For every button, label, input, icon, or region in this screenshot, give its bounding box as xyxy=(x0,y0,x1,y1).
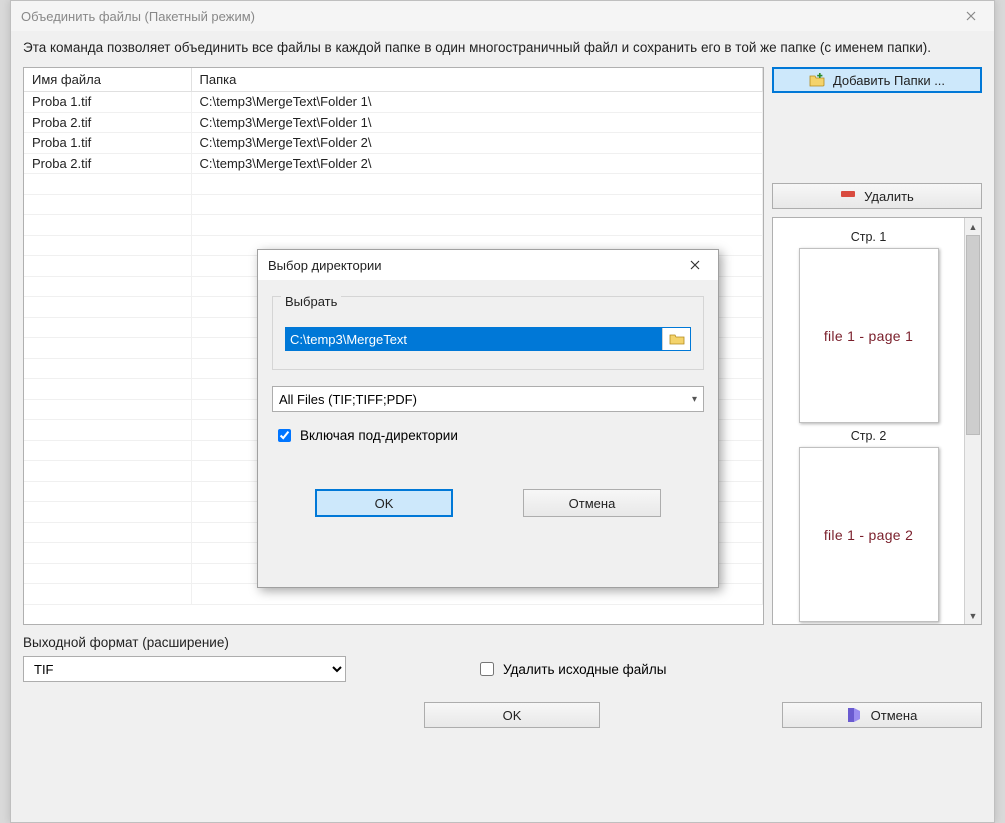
table-row[interactable]: Proba 2.tifC:\temp3\MergeText\Folder 1\ xyxy=(24,112,763,133)
main-ok-button[interactable]: OK xyxy=(424,702,600,728)
description-text: Эта команда позволяет объединить все фай… xyxy=(11,31,994,67)
delete-button[interactable]: Удалить xyxy=(772,183,982,209)
table-row[interactable]: Proba 1.tifC:\temp3\MergeText\Folder 2\ xyxy=(24,133,763,154)
output-format-label: Выходной формат (расширение) xyxy=(23,635,982,650)
file-filter-value: All Files (TIF;TIFF;PDF) xyxy=(279,392,417,407)
exit-icon xyxy=(847,707,863,723)
main-cancel-label: Отмена xyxy=(871,708,918,723)
delete-icon xyxy=(840,188,856,204)
include-subdirs-checkbox[interactable]: Включая под-директории xyxy=(274,426,704,445)
page-thumbnail[interactable]: file 1 - page 1 xyxy=(799,248,939,423)
cell-filename: Proba 1.tif xyxy=(24,133,191,154)
cell-folder: C:\temp3\MergeText\Folder 2\ xyxy=(191,153,763,174)
dialog-ok-button[interactable]: OK xyxy=(315,489,453,517)
scroll-up-icon[interactable]: ▲ xyxy=(965,218,981,235)
col-header-name[interactable]: Имя файла xyxy=(24,68,191,92)
side-panel: Добавить Папки ... Удалить Стр. 1 file 1 … xyxy=(772,67,982,625)
path-field-wrap xyxy=(285,327,691,351)
delete-label: Удалить xyxy=(864,189,914,204)
dialog-titlebar[interactable]: Выбор директории xyxy=(258,250,718,280)
col-header-folder[interactable]: Папка xyxy=(191,68,763,92)
close-icon xyxy=(690,260,700,270)
preview-scrollbar[interactable]: ▲ ▼ xyxy=(964,218,981,624)
folder-plus-icon xyxy=(809,72,825,88)
directory-path-input[interactable] xyxy=(286,328,662,350)
dialog-ok-label: OK xyxy=(375,496,394,511)
table-row[interactable]: Proba 1.tifC:\temp3\MergeText\Folder 1\ xyxy=(24,92,763,113)
scroll-thumb[interactable] xyxy=(966,235,980,435)
choose-group: Выбрать xyxy=(272,296,704,370)
table-row-empty xyxy=(24,215,763,236)
cell-filename: Proba 2.tif xyxy=(24,112,191,133)
dialog-title: Выбор директории xyxy=(268,258,381,273)
table-row-empty xyxy=(24,174,763,195)
cell-filename: Proba 2.tif xyxy=(24,153,191,174)
main-ok-label: OK xyxy=(503,708,522,723)
dialog-cancel-button[interactable]: Отмена xyxy=(523,489,661,517)
folder-open-icon xyxy=(669,332,685,346)
dialog-close-button[interactable] xyxy=(672,250,718,280)
preview-pane: Стр. 1 file 1 - page 1 Стр. 2 file 1 - page… xyxy=(772,217,982,625)
table-row-empty xyxy=(24,194,763,215)
output-format-select[interactable]: TIF xyxy=(23,656,346,682)
cell-folder: C:\temp3\MergeText\Folder 1\ xyxy=(191,92,763,113)
delete-sources-checkbox[interactable]: Удалить исходные файлы xyxy=(476,659,666,679)
window-close-button[interactable] xyxy=(948,1,994,31)
choose-group-label: Выбрать xyxy=(281,294,341,309)
page-label: Стр. 1 xyxy=(851,230,887,244)
main-cancel-button[interactable]: Отмена xyxy=(782,702,982,728)
page-thumbnail[interactable]: file 1 - page 2 xyxy=(799,447,939,622)
table-row[interactable]: Proba 2.tifC:\temp3\MergeText\Folder 2\ xyxy=(24,153,763,174)
include-subdirs-input[interactable] xyxy=(278,429,291,442)
browse-button[interactable] xyxy=(662,328,690,350)
dialog-cancel-label: Отмена xyxy=(569,496,616,511)
bottom-panel: Выходной формат (расширение) TIF Удалить… xyxy=(11,625,994,740)
choose-directory-dialog: Выбор директории Выбрать All Files (TIF;… xyxy=(257,249,719,588)
add-folders-button[interactable]: Добавить Папки ... xyxy=(772,67,982,93)
chevron-down-icon: ▾ xyxy=(692,394,697,405)
window-title: Объединить файлы (Пакетный режим) xyxy=(21,9,255,24)
file-filter-select[interactable]: All Files (TIF;TIFF;PDF) ▾ xyxy=(272,386,704,412)
cell-folder: C:\temp3\MergeText\Folder 1\ xyxy=(191,112,763,133)
cell-filename: Proba 1.tif xyxy=(24,92,191,113)
merge-files-window: Объединить файлы (Пакетный режим) Эта ко… xyxy=(10,0,995,823)
delete-sources-label: Удалить исходные файлы xyxy=(503,662,666,677)
cell-folder: C:\temp3\MergeText\Folder 2\ xyxy=(191,133,763,154)
scroll-down-icon[interactable]: ▼ xyxy=(965,607,981,624)
include-subdirs-label: Включая под-директории xyxy=(300,428,458,443)
delete-sources-input[interactable] xyxy=(480,662,494,676)
page-label: Стр. 2 xyxy=(851,429,887,443)
close-icon xyxy=(966,11,976,21)
window-titlebar[interactable]: Объединить файлы (Пакетный режим) xyxy=(11,1,994,31)
add-folders-label: Добавить Папки ... xyxy=(833,73,945,88)
